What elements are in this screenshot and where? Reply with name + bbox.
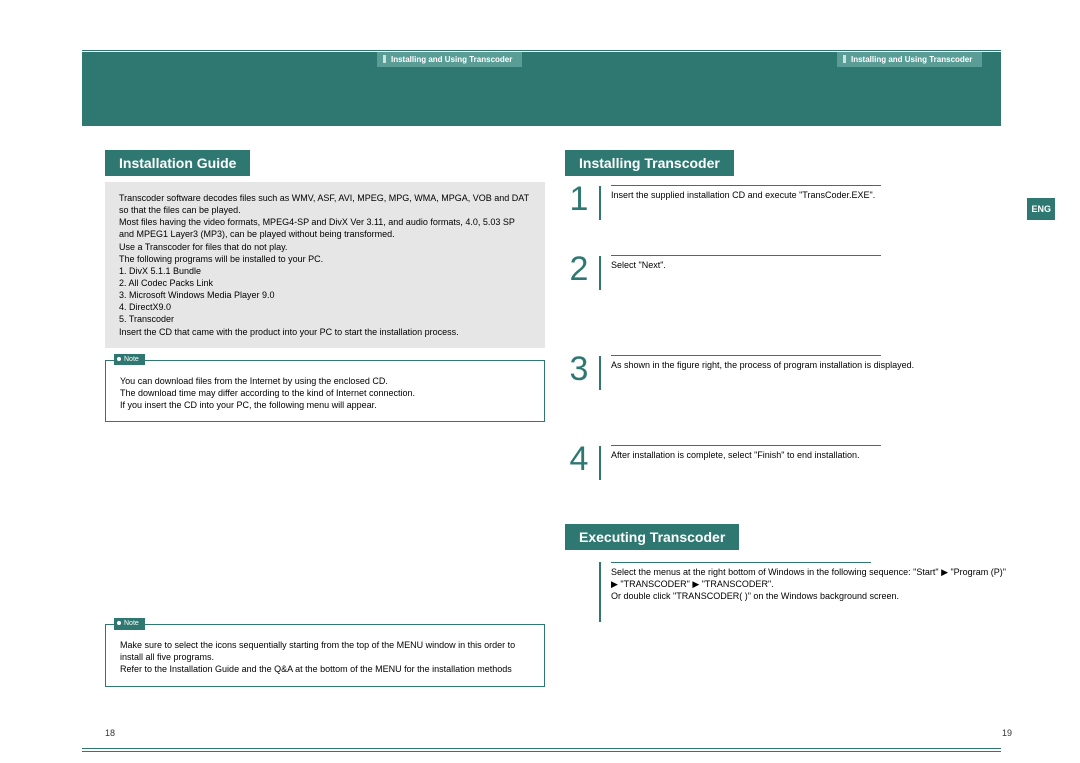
top-rule bbox=[82, 50, 1001, 51]
breadcrumb-right-text: Installing and Using Transcoder bbox=[851, 55, 972, 64]
exec-text: Select the menus at the right bottom of … bbox=[611, 567, 1006, 601]
step-2-text: Select "Next". bbox=[611, 260, 666, 270]
step-4: 4 After installation is complete, select… bbox=[565, 442, 1015, 484]
breadcrumb-left-text: Installing and Using Transcoder bbox=[391, 55, 512, 64]
step-num-3: 3 bbox=[565, 352, 593, 394]
page-number-right: 19 bbox=[1002, 728, 1012, 738]
step-rule bbox=[611, 355, 881, 356]
step-4-text: After installation is complete, select "… bbox=[611, 450, 860, 460]
right-column: Installing Transcoder ENG 1 Insert the s… bbox=[565, 150, 1015, 733]
step-num-1: 1 bbox=[565, 182, 593, 224]
step-3-text: As shown in the figure right, the proces… bbox=[611, 360, 914, 370]
step-1: 1 Insert the supplied installation CD an… bbox=[565, 182, 1015, 224]
left-column: Installation Guide Transcoder software d… bbox=[105, 150, 545, 733]
exec-rule bbox=[611, 562, 871, 563]
section-title-executing-transcoder: Executing Transcoder bbox=[565, 524, 739, 550]
language-tab: ENG bbox=[1027, 198, 1055, 220]
step-2: 2 Select "Next". bbox=[565, 252, 1015, 294]
page-number-left: 18 bbox=[105, 728, 115, 738]
exec-step: Select the menus at the right bottom of … bbox=[565, 562, 1015, 622]
installation-guide-box: Transcoder software decodes files such a… bbox=[105, 182, 545, 348]
step-rule bbox=[611, 185, 881, 186]
note-box-1: Note You can download files from the Int… bbox=[105, 360, 545, 422]
step-divider bbox=[599, 356, 601, 390]
section-title-installation-guide: Installation Guide bbox=[105, 150, 250, 176]
step-3: 3 As shown in the figure right, the proc… bbox=[565, 352, 1015, 394]
step-divider bbox=[599, 256, 601, 290]
step-divider bbox=[599, 186, 601, 220]
breadcrumb-left: Installing and Using Transcoder bbox=[377, 52, 522, 67]
step-num-2: 2 bbox=[565, 252, 593, 294]
header-band: Installing and Using Transcoder Installi… bbox=[82, 52, 1001, 126]
note-box-2: Note Make sure to select the icons seque… bbox=[105, 624, 545, 686]
step-rule bbox=[611, 445, 881, 446]
content-area: Installation Guide Transcoder software d… bbox=[105, 150, 1015, 733]
installation-guide-text: Transcoder software decodes files such a… bbox=[119, 193, 529, 337]
section-title-installing-transcoder: Installing Transcoder bbox=[565, 150, 734, 176]
note-2-text: Make sure to select the icons sequential… bbox=[120, 640, 515, 674]
note-tag-2: Note bbox=[114, 618, 145, 629]
step-1-text: Insert the supplied installation CD and … bbox=[611, 190, 875, 200]
note-1-text: You can download files from the Internet… bbox=[120, 376, 415, 410]
step-num-4: 4 bbox=[565, 442, 593, 484]
executing-block: Executing Transcoder Select the menus at… bbox=[565, 524, 1015, 622]
step-divider bbox=[599, 446, 601, 480]
step-rule bbox=[611, 255, 881, 256]
note-tag-1: Note bbox=[114, 354, 145, 365]
bottom-rules bbox=[82, 748, 1001, 752]
exec-divider bbox=[599, 562, 601, 622]
breadcrumb-right: Installing and Using Transcoder bbox=[837, 52, 982, 67]
